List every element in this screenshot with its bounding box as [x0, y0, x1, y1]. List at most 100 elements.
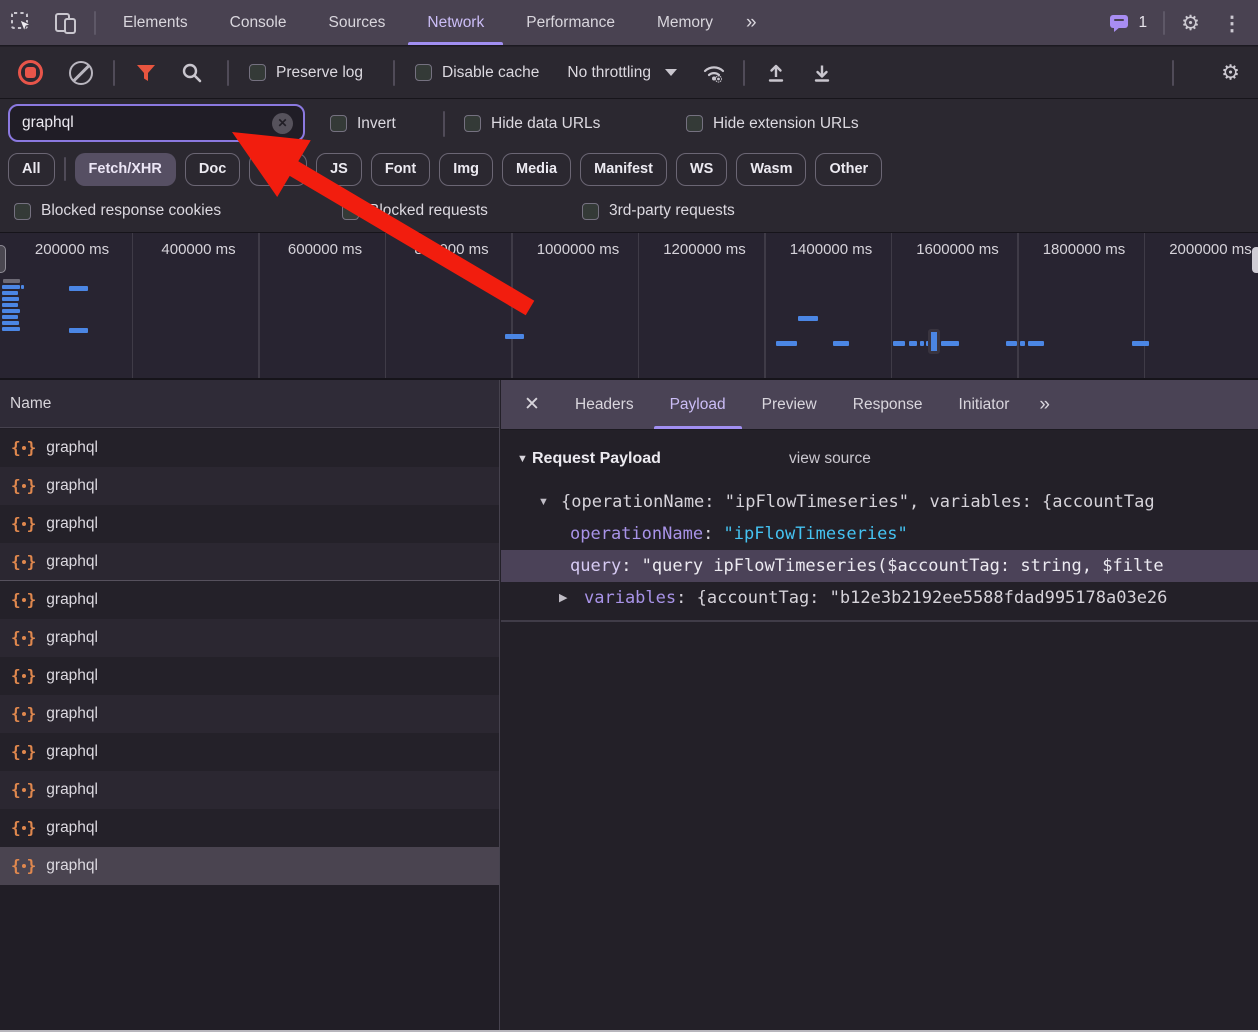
- tab-network[interactable]: Network: [406, 0, 505, 45]
- tab-memory[interactable]: Memory: [636, 0, 734, 45]
- issues-count: 1: [1139, 14, 1148, 32]
- name-column-header[interactable]: Name: [0, 380, 499, 428]
- detail-tab-initiator[interactable]: Initiator: [941, 380, 1028, 429]
- payload-segment: : {accountTag:: [676, 588, 830, 608]
- blocked-response-cookies-label: Blocked response cookies: [41, 202, 221, 220]
- tab-console[interactable]: Console: [209, 0, 308, 45]
- filter-chip-ws[interactable]: WS: [676, 153, 727, 186]
- payload-segment: "ipFlowTimeseries": [724, 524, 908, 544]
- section-disclosure-icon[interactable]: ▼: [517, 453, 528, 465]
- preserve-log-group: Preserve log: [249, 64, 363, 82]
- request-row[interactable]: {}graphql: [0, 543, 499, 581]
- detail-tab-headers[interactable]: Headers: [557, 380, 652, 429]
- network-settings-gear-icon[interactable]: ⚙: [1221, 62, 1240, 83]
- import-har-icon[interactable]: [765, 62, 787, 84]
- collapsed-arrow-icon[interactable]: ▶: [559, 582, 567, 614]
- filter-chip-css[interactable]: CSS: [249, 153, 307, 186]
- hide-data-urls-checkbox[interactable]: [464, 115, 481, 132]
- filter-chip-other[interactable]: Other: [815, 153, 882, 186]
- timeline-right-scrollbar[interactable]: [1252, 247, 1258, 273]
- dropdown-caret-icon: [665, 69, 677, 76]
- invert-checkbox[interactable]: [330, 115, 347, 132]
- search-icon[interactable]: [181, 62, 203, 84]
- request-row[interactable]: {}graphql: [0, 771, 499, 809]
- filter-chip-font[interactable]: Font: [371, 153, 430, 186]
- request-row[interactable]: {}graphql: [0, 657, 499, 695]
- payload-line[interactable]: query: "query ipFlowTimeseries($accountT…: [501, 550, 1258, 582]
- filter-funnel-icon[interactable]: [135, 63, 157, 83]
- clear-network-log-icon[interactable]: [69, 61, 93, 85]
- request-row[interactable]: {}graphql: [0, 695, 499, 733]
- hide-extension-urls-checkbox[interactable]: [686, 115, 703, 132]
- issues-button[interactable]: 1: [1109, 13, 1148, 33]
- inspect-element-icon[interactable]: [0, 0, 44, 45]
- request-name: graphql: [46, 515, 98, 533]
- close-details-icon[interactable]: ✕: [515, 380, 549, 429]
- kebab-menu-icon[interactable]: ⋮: [1216, 11, 1248, 36]
- more-detail-tabs-chevron-icon[interactable]: »: [1027, 380, 1064, 429]
- fetch-xhr-icon: {}: [11, 478, 36, 494]
- preserve-log-checkbox[interactable]: [249, 64, 266, 81]
- filter-chip-fetch-xhr[interactable]: Fetch/XHR: [75, 153, 176, 186]
- payload-line[interactable]: ▶variables: {accountTag: "b12e3b2192ee55…: [501, 582, 1258, 614]
- clear-filter-icon[interactable]: ✕: [272, 113, 293, 134]
- payload-line[interactable]: ▼{operationName: "ipFlowTimeseries", var…: [501, 486, 1258, 518]
- disable-cache-checkbox[interactable]: [415, 64, 432, 81]
- request-row[interactable]: {}graphql: [0, 733, 499, 771]
- filter-chip-img[interactable]: Img: [439, 153, 493, 186]
- view-source-link[interactable]: view source: [789, 450, 871, 468]
- request-name: graphql: [46, 667, 98, 685]
- filter-chip-all[interactable]: All: [8, 153, 55, 186]
- fetch-xhr-icon: {}: [11, 630, 36, 646]
- payload-segment: :: [621, 556, 641, 576]
- payload-line[interactable]: operationName: "ipFlowTimeseries": [501, 518, 1258, 550]
- 3rd-party-requests-checkbox[interactable]: [582, 203, 599, 220]
- fetch-xhr-icon: {}: [11, 820, 36, 836]
- request-timing-bar: [2, 285, 20, 289]
- blocked-response-cookies-checkbox[interactable]: [14, 203, 31, 220]
- fetch-xhr-icon: {}: [11, 592, 36, 608]
- blocked-requests-checkbox[interactable]: [342, 203, 359, 220]
- request-timing-bar: [909, 341, 917, 346]
- detail-tab-response[interactable]: Response: [835, 380, 941, 429]
- tab-elements[interactable]: Elements: [102, 0, 209, 45]
- request-timing-bar: [2, 291, 18, 295]
- payload-line-text: query: "query ipFlowTimeseries($accountT…: [501, 550, 1164, 582]
- request-name: graphql: [46, 781, 98, 799]
- request-name: graphql: [46, 743, 98, 761]
- request-row[interactable]: {}graphql: [0, 467, 499, 505]
- timeline-tick-label: 800000 ms: [414, 241, 488, 258]
- filter-chip-manifest[interactable]: Manifest: [580, 153, 667, 186]
- filter-chip-doc[interactable]: Doc: [185, 153, 240, 186]
- request-row[interactable]: {}graphql: [0, 619, 499, 657]
- detail-tab-payload[interactable]: Payload: [652, 380, 744, 429]
- expanded-arrow-icon[interactable]: ▼: [538, 486, 549, 518]
- request-timing-bar: [2, 303, 18, 307]
- device-toolbar-icon[interactable]: [44, 0, 88, 45]
- more-panels-chevron-icon[interactable]: »: [734, 0, 771, 45]
- record-network-log-button[interactable]: [18, 60, 43, 85]
- request-row[interactable]: {}graphql: [0, 809, 499, 847]
- payload-line-text: variables: {accountTag: "b12e3b2192ee558…: [501, 582, 1167, 614]
- filter-chip-wasm[interactable]: Wasm: [736, 153, 806, 186]
- tab-performance[interactable]: Performance: [505, 0, 636, 45]
- section-title: Request Payload: [532, 450, 661, 468]
- filter-chip-media[interactable]: Media: [502, 153, 571, 186]
- tab-sources[interactable]: Sources: [308, 0, 407, 45]
- settings-gear-icon[interactable]: ⚙: [1181, 13, 1200, 34]
- filter-input[interactable]: [20, 113, 272, 133]
- network-conditions-icon[interactable]: [701, 62, 727, 84]
- payload-segment: "b12e3b2192ee5588fdad995178a03e26: [830, 588, 1168, 608]
- request-timing-bar: [2, 309, 20, 313]
- request-timing-bar: [3, 279, 20, 283]
- export-har-icon[interactable]: [811, 62, 833, 84]
- timeline-left-handle[interactable]: [0, 245, 6, 273]
- request-row[interactable]: {}graphql: [0, 429, 499, 467]
- throttling-dropdown[interactable]: No throttling: [567, 64, 677, 82]
- filter-chip-js[interactable]: JS: [316, 153, 362, 186]
- request-row[interactable]: {}graphql: [0, 581, 499, 619]
- network-overview-timeline[interactable]: 200000 ms400000 ms600000 ms800000 ms1000…: [0, 232, 1258, 380]
- request-row[interactable]: {}graphql: [0, 505, 499, 543]
- request-row[interactable]: {}graphql: [0, 847, 499, 885]
- detail-tab-preview[interactable]: Preview: [744, 380, 835, 429]
